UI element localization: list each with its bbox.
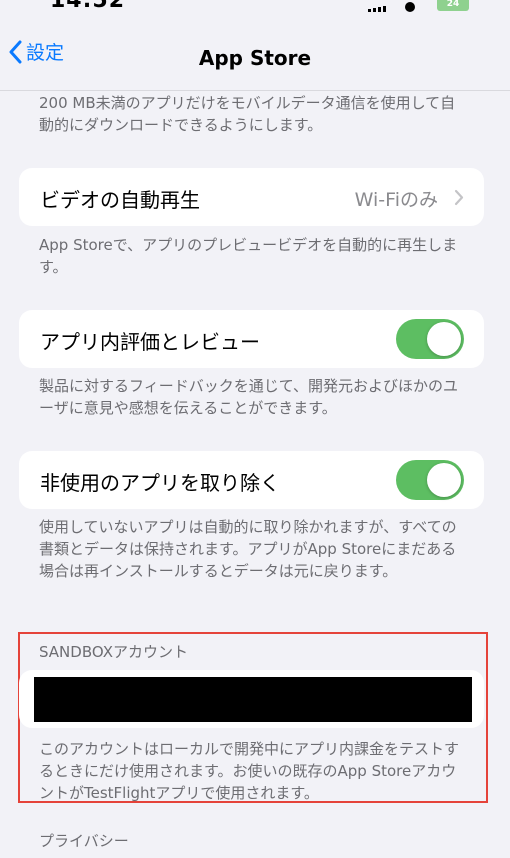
offload-unused-apps-label: 非使用のアプリを取り除く [40, 471, 280, 495]
cellular-signal-icon [368, 6, 386, 12]
redacted-account-block [34, 677, 472, 722]
sandbox-account-header: SANDBOXアカウント [39, 643, 188, 661]
video-autoplay-footnote: App Storeで、アプリのプレビュービデオを自動的に再生します。 [39, 236, 458, 276]
in-app-ratings-label: アプリ内評価とレビュー [40, 330, 260, 354]
video-autoplay-label: ビデオの自動再生 [40, 188, 200, 212]
page-title: App Store [198, 46, 312, 70]
status-bar: 14:52 24 [0, 0, 510, 24]
toggle-knob [427, 463, 461, 497]
cellular-download-footnote: 200 MB未満のアプリだけをモバイルデータ通信を使用して自動的にダウンロードで… [39, 94, 456, 134]
battery-icon: 24 [437, 0, 469, 11]
video-autoplay-value: Wi-Fiのみ [354, 189, 438, 211]
chevron-right-icon [454, 189, 464, 206]
toggle-knob [427, 322, 461, 356]
privacy-header: プライバシー [39, 832, 129, 850]
video-autoplay-row[interactable]: ビデオの自動再生 Wi-Fiのみ [19, 168, 484, 226]
wifi-icon [405, 2, 415, 12]
offload-unused-apps-toggle[interactable] [396, 460, 464, 500]
offload-unused-apps-footnote: 使用していないアプリは自動的に取り除かれますが、すべての書類とデータは保持されま… [39, 518, 457, 580]
navigation-bar: 設定 App Store [0, 24, 510, 91]
status-time: 14:52 [50, 0, 126, 13]
in-app-ratings-toggle[interactable] [396, 319, 464, 359]
sandbox-account-footnote: このアカウントはローカルで開発中にアプリ内課金をテストするときにだけ使用されます… [39, 740, 460, 802]
in-app-ratings-row: アプリ内評価とレビュー [19, 310, 484, 368]
in-app-ratings-footnote: 製品に対するフィードバックを通じて、開発元およびほかのユーザに意見や感想を伝える… [39, 377, 458, 417]
offload-unused-apps-row: 非使用のアプリを取り除く [19, 451, 484, 509]
